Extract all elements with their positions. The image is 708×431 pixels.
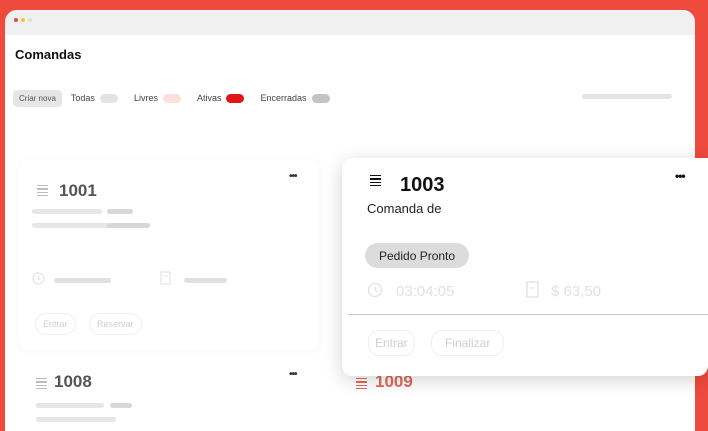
filter-all-toggle[interactable] [99, 93, 118, 103]
filter-free[interactable]: Livres [134, 93, 181, 103]
enter-button[interactable]: Entrar [35, 313, 76, 335]
elapsed-time: 03:04:05 [396, 283, 455, 300]
minimize-dot[interactable] [21, 18, 25, 22]
more-icon[interactable]: ••• [675, 169, 686, 183]
filter-free-toggle[interactable] [162, 93, 181, 103]
list-icon [37, 185, 48, 197]
list-icon [36, 378, 47, 390]
maximize-dot[interactable] [28, 18, 32, 22]
skeleton-line [107, 209, 133, 214]
enter-button[interactable]: Entrar [368, 330, 415, 356]
create-new-button[interactable]: Criar nova [13, 89, 62, 107]
clock-icon [367, 282, 383, 298]
filter-label: Livres [133, 93, 158, 103]
filter-label: Encerradas [260, 93, 307, 103]
filter-active-toggle[interactable] [226, 93, 245, 103]
finish-button[interactable]: Finalizar [431, 330, 505, 356]
more-icon[interactable]: ••• [289, 369, 297, 380]
skeleton-line [54, 278, 111, 283]
filter-all[interactable]: Todas [71, 93, 118, 103]
more-icon[interactable]: ••• [289, 171, 297, 182]
order-total: $ 63,50 [551, 283, 602, 300]
filter-label: Todas [70, 93, 95, 103]
order-card-1003[interactable]: 1003 Comanda de ••• Pedido Pronto 03:04:… [342, 158, 708, 376]
skeleton-line [36, 417, 116, 422]
search-bar-placeholder[interactable] [582, 94, 672, 99]
reserve-button[interactable]: Reservar [89, 313, 142, 335]
page-title: Comandas [15, 47, 82, 62]
filter-active[interactable]: Ativas [197, 93, 245, 103]
filter-bar: Criar nova Todas Livres Ativas Encerrada… [13, 89, 346, 107]
filter-closed[interactable]: Encerradas [260, 93, 330, 103]
order-card-1001[interactable]: 1001 ••• Entrar Reservar [19, 160, 319, 350]
card-number: 1001 [59, 181, 97, 200]
clock-icon [32, 272, 45, 285]
card-number: 1003 [400, 174, 445, 196]
list-icon [370, 175, 381, 187]
skeleton-line [110, 403, 132, 408]
skeleton-line [184, 278, 227, 283]
receipt-icon [160, 271, 171, 285]
close-dot[interactable] [14, 18, 18, 22]
skeleton-line [107, 223, 150, 228]
filter-label: Ativas [196, 93, 222, 103]
title-bar [5, 10, 695, 35]
divider [348, 314, 708, 315]
receipt-icon [526, 281, 539, 298]
list-icon [356, 378, 367, 390]
status-badge: Pedido Pronto [365, 243, 470, 268]
skeleton-line [32, 209, 102, 214]
card-number-1008[interactable]: 1008 [54, 372, 92, 392]
card-subtitle: Comanda de [367, 201, 442, 216]
filter-closed-toggle[interactable] [311, 93, 330, 103]
skeleton-line [32, 223, 112, 228]
skeleton-line [36, 403, 104, 408]
